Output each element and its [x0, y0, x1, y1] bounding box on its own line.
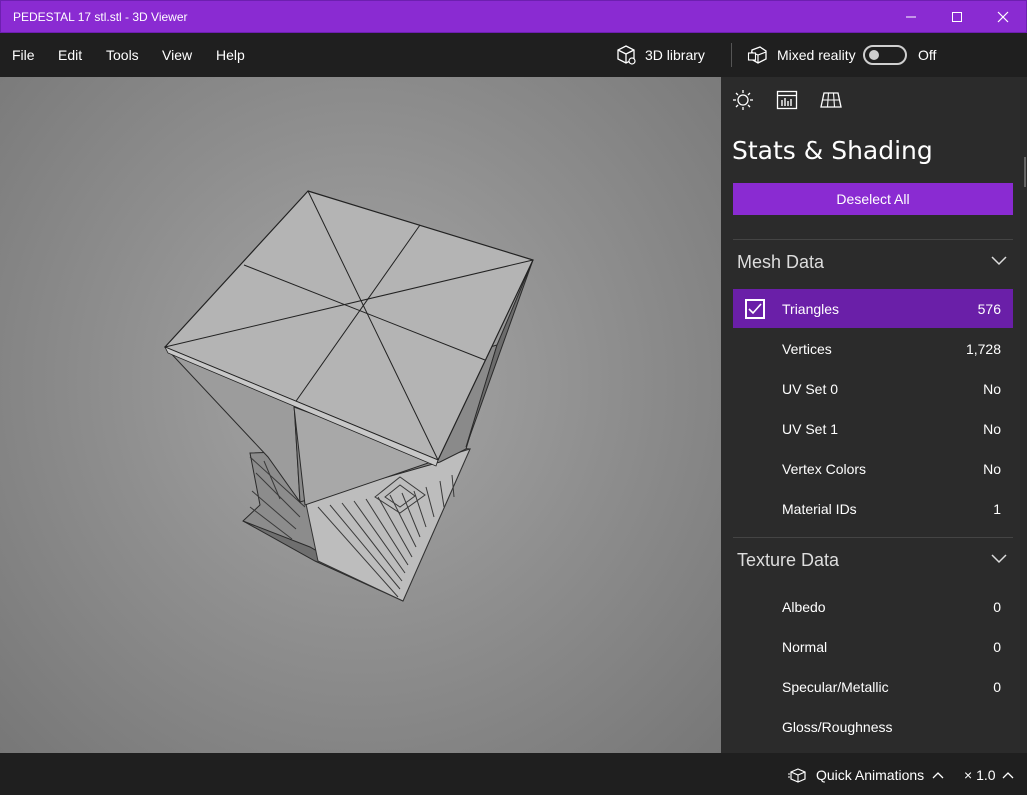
window-title: PEDESTAL 17 stl.stl - 3D Viewer	[13, 10, 188, 24]
tab-mesh-grid[interactable]	[820, 89, 842, 111]
speed-label: × 1.0	[964, 767, 996, 783]
texture-row-normal[interactable]: Normal 0	[733, 627, 1013, 666]
mixed-reality-label: Mixed reality	[777, 47, 856, 63]
mesh-row-material-ids[interactable]: Material IDs 1	[733, 489, 1013, 528]
close-icon	[997, 11, 1009, 23]
mesh-row-uv-set-0[interactable]: UV Set 0 No	[733, 369, 1013, 408]
menu-separator	[731, 43, 732, 67]
row-label: Triangles	[782, 301, 840, 317]
section-divider	[733, 537, 1013, 538]
menu-tools[interactable]: Tools	[106, 47, 139, 63]
row-value: No	[983, 381, 1001, 397]
speed-button[interactable]: × 1.0	[964, 767, 1014, 783]
sun-icon	[733, 90, 753, 110]
row-label: Specular/Metallic	[782, 679, 889, 695]
chevron-down-icon	[991, 256, 1007, 266]
row-value: 0	[993, 599, 1001, 615]
row-label: Normal	[782, 639, 828, 655]
3d-library-label: 3D library	[645, 47, 705, 63]
chevron-down-icon	[991, 554, 1007, 564]
texture-row-specular-metallic[interactable]: Specular/Metallic 0	[733, 667, 1013, 706]
row-label: Material IDs	[782, 501, 857, 517]
row-label: UV Set 0	[782, 381, 839, 397]
minimize-button[interactable]	[888, 1, 934, 33]
chevron-up-icon	[1002, 772, 1013, 779]
checkmark-icon	[748, 303, 762, 315]
texture-data-title: Texture Data	[737, 550, 840, 570]
mesh-data-title: Mesh Data	[737, 252, 825, 272]
texture-row-albedo[interactable]: Albedo 0	[733, 587, 1013, 626]
animation-cube-icon	[788, 768, 806, 783]
triangles-checkbox[interactable]	[745, 299, 765, 319]
row-label: UV Set 1	[782, 421, 839, 437]
mixed-reality-toggle[interactable]	[863, 45, 907, 65]
mixed-reality-state: Off	[918, 47, 937, 63]
maximize-icon	[952, 12, 962, 22]
3d-library-button[interactable]: 3D library	[615, 43, 705, 67]
row-value: 576	[977, 301, 1001, 317]
menu-edit[interactable]: Edit	[58, 47, 82, 63]
title-bar: PEDESTAL 17 stl.stl - 3D Viewer	[0, 0, 1027, 33]
texture-data-header[interactable]: Texture Data	[733, 546, 1013, 576]
chevron-up-icon	[932, 772, 944, 779]
tab-stats-shading[interactable]	[776, 89, 798, 111]
mesh-row-vertex-colors[interactable]: Vertex Colors No	[733, 449, 1013, 488]
status-bar: Quick Animations × 1.0	[0, 753, 1027, 795]
deselect-all-button[interactable]: Deselect All	[733, 183, 1013, 215]
mixed-reality-button[interactable]: Mixed reality	[747, 43, 856, 67]
mesh-row-vertices[interactable]: Vertices 1,728	[733, 329, 1013, 368]
stats-panel: Stats & Shading Deselect All Mesh Data T…	[721, 77, 1027, 753]
row-value: No	[983, 461, 1001, 477]
mesh-row-uv-set-1[interactable]: UV Set 1 No	[733, 409, 1013, 448]
toggle-knob	[869, 50, 879, 60]
panel-title: Stats & Shading	[732, 136, 933, 165]
row-label: Gloss/Roughness	[782, 719, 893, 735]
mesh-row-triangles[interactable]: Triangles 576	[733, 289, 1013, 328]
mesh-data-header[interactable]: Mesh Data	[733, 248, 1013, 278]
panel-scrollbar[interactable]	[1024, 157, 1026, 187]
texture-row-gloss-roughness[interactable]: Gloss/Roughness	[733, 707, 1013, 746]
minimize-icon	[906, 16, 916, 18]
quick-animations-button[interactable]: Quick Animations	[788, 767, 944, 783]
row-value: 1	[993, 501, 1001, 517]
tab-environment[interactable]	[732, 89, 754, 111]
pedestal-model[interactable]	[0, 77, 721, 753]
row-value: No	[983, 421, 1001, 437]
menu-help[interactable]: Help	[216, 47, 245, 63]
maximize-button[interactable]	[934, 1, 980, 33]
mixed-reality-icon	[747, 46, 767, 64]
row-label: Vertex Colors	[782, 461, 867, 477]
row-value: 0	[993, 639, 1001, 655]
cube-icon	[617, 45, 636, 65]
row-value: 0	[993, 679, 1001, 695]
stats-icon	[776, 90, 798, 110]
menu-file[interactable]: File	[12, 47, 35, 63]
row-label: Albedo	[782, 599, 826, 615]
section-divider	[733, 239, 1013, 240]
row-value: 1,728	[965, 341, 1001, 357]
row-label: Vertices	[782, 341, 832, 357]
close-button[interactable]	[980, 1, 1026, 33]
menu-view[interactable]: View	[162, 47, 192, 63]
menu-bar: File Edit Tools View Help 3D library Mix…	[0, 33, 1027, 77]
quick-animations-label: Quick Animations	[816, 767, 925, 783]
3d-viewport[interactable]	[0, 77, 721, 753]
grid-icon	[820, 92, 842, 108]
